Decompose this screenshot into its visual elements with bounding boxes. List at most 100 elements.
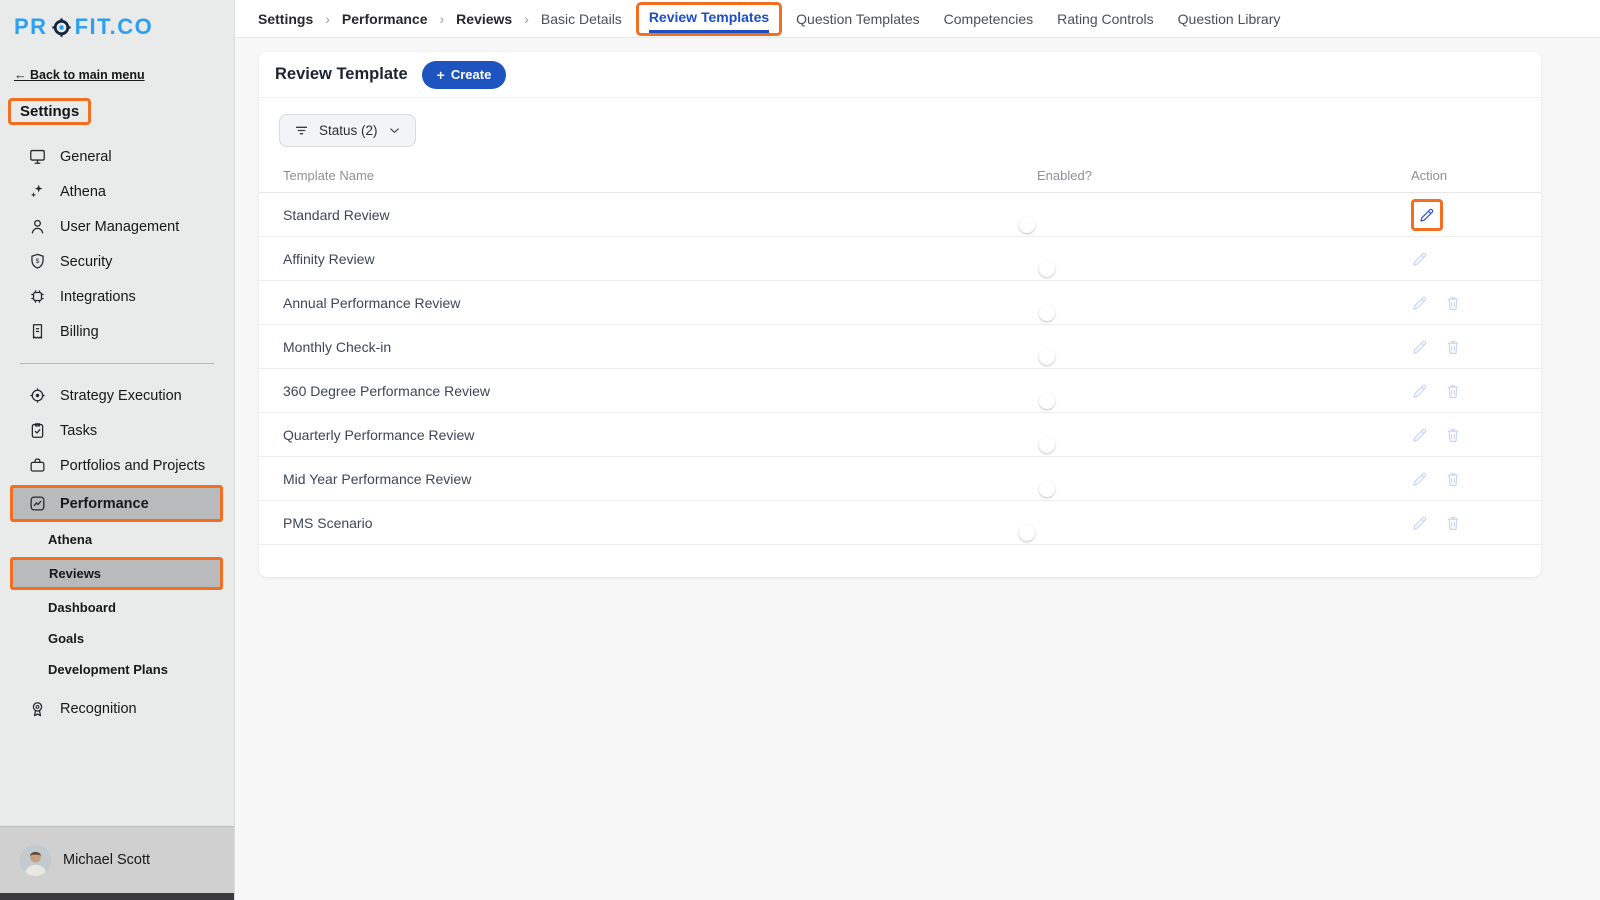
sidebar-item-tasks[interactable]: Tasks (0, 413, 234, 448)
pencil-icon[interactable] (1411, 470, 1429, 488)
card-header: Review Template + Create (259, 52, 1541, 98)
tab-basic-details[interactable]: Basic Details (541, 11, 622, 27)
receipt-icon (28, 322, 47, 341)
sidebar-item-label: Athena (60, 184, 106, 200)
sidebar-item-label: User Management (60, 219, 179, 235)
pencil-icon[interactable] (1411, 382, 1429, 400)
sidebar-item-label: Portfolios and Projects (60, 458, 205, 474)
sidebar-item-label: Security (60, 254, 112, 270)
table-row-360-degree-performance-review: 360 Degree Performance Review (259, 369, 1541, 413)
template-name: Monthly Check-in (283, 339, 1037, 355)
sidebar-item-athena[interactable]: Athena (0, 174, 234, 209)
edit-button-highlighted[interactable] (1411, 199, 1443, 231)
avatar (20, 845, 51, 876)
logo-text-suffix: FIT.CO (75, 14, 154, 40)
sidebar-item-label: Billing (60, 324, 99, 340)
sidebar-subitem-goals[interactable]: Goals (0, 623, 234, 654)
sidebar-item-security[interactable]: Security (0, 244, 234, 279)
column-header-template-name: Template Name (283, 168, 1037, 183)
monitor-icon (28, 147, 47, 166)
topbar: Settings › Performance › Reviews › Basic… (235, 0, 1600, 38)
template-name: Quarterly Performance Review (283, 427, 1037, 443)
sidebar-item-label: Tasks (60, 423, 97, 439)
sidebar-item-general[interactable]: General (0, 139, 234, 174)
sidebar-subitem-development-plans[interactable]: Development Plans (0, 654, 234, 685)
table-row-mid-year-performance-review: Mid Year Performance Review (259, 457, 1541, 501)
target-icon (28, 386, 47, 405)
sidebar-item-portfolios-and-projects[interactable]: Portfolios and Projects (0, 448, 234, 483)
sparkles-icon (28, 182, 47, 201)
brand-logo: PR FIT.CO (0, 0, 234, 40)
chip-icon (28, 287, 47, 306)
medal-icon (28, 699, 47, 718)
tab-rating-controls[interactable]: Rating Controls (1057, 11, 1154, 27)
breadcrumb-performance[interactable]: Performance (342, 11, 428, 27)
toggle-knob (1039, 437, 1055, 453)
table-header-row: Template Name Enabled? Action (259, 159, 1541, 193)
sidebar: PR FIT.CO ← Back to main menu Settings G… (0, 0, 235, 900)
pencil-icon[interactable] (1411, 294, 1429, 312)
sidebar-section-title-settings: Settings (8, 98, 91, 125)
sidebar-subitem-athena[interactable]: Athena (0, 524, 234, 555)
sidebar-divider (20, 363, 214, 364)
user-profile-bar[interactable]: Michael Scott (0, 826, 234, 893)
trash-icon[interactable] (1444, 470, 1462, 488)
breadcrumb-separator: › (440, 11, 445, 27)
trash-icon[interactable] (1444, 294, 1462, 312)
content-area: Review Template + Create Status (2) Temp… (235, 38, 1600, 900)
column-header-action: Action (1397, 168, 1517, 183)
page-title: Review Template (275, 65, 408, 84)
sidebar-item-label: Performance (60, 496, 149, 512)
breadcrumb-settings[interactable]: Settings (258, 11, 313, 27)
template-name: Standard Review (283, 207, 1037, 223)
sidebar-subitem-reviews[interactable]: Reviews (10, 557, 223, 590)
pencil-icon[interactable] (1411, 250, 1429, 268)
sidebar-subitem-dashboard[interactable]: Dashboard (0, 592, 234, 623)
create-button-label: Create (451, 67, 491, 82)
toggle-knob (1039, 481, 1055, 497)
chevron-down-icon (387, 123, 402, 138)
toggle-knob (1039, 305, 1055, 321)
pencil-icon[interactable] (1411, 338, 1429, 356)
toggle-knob (1039, 349, 1055, 365)
toggle-knob (1039, 393, 1055, 409)
pencil-icon[interactable] (1411, 514, 1429, 532)
breadcrumb-reviews[interactable]: Reviews (456, 11, 512, 27)
template-name: Affinity Review (283, 251, 1037, 267)
tab-review-templates-label: Review Templates (649, 9, 769, 33)
trash-icon[interactable] (1444, 426, 1462, 444)
review-settings-tabs: Basic Details Review Templates Question … (541, 2, 1304, 36)
sidebar-item-billing[interactable]: Billing (0, 314, 234, 349)
template-name: PMS Scenario (283, 515, 1037, 531)
sidebar-item-integrations[interactable]: Integrations (0, 279, 234, 314)
clipboard-check-icon (28, 421, 47, 440)
tab-competencies[interactable]: Competencies (944, 11, 1034, 27)
table-row-quarterly-performance-review: Quarterly Performance Review (259, 413, 1541, 457)
table-row-annual-performance-review: Annual Performance Review (259, 281, 1541, 325)
tab-review-templates[interactable]: Review Templates (636, 2, 782, 36)
table-row-standard-review: Standard Review (259, 193, 1541, 237)
sidebar-item-user-management[interactable]: User Management (0, 209, 234, 244)
sidebar-item-strategy-execution[interactable]: Strategy Execution (0, 378, 234, 413)
breadcrumb-separator: › (524, 11, 529, 27)
table-row-pms-scenario: PMS Scenario (259, 501, 1541, 545)
tab-question-templates[interactable]: Question Templates (796, 11, 919, 27)
user-icon (28, 217, 47, 236)
briefcase-icon (28, 456, 47, 475)
sidebar-item-label: Recognition (60, 701, 137, 717)
trash-icon[interactable] (1444, 514, 1462, 532)
create-button[interactable]: + Create (422, 61, 507, 89)
toggle-knob (1019, 217, 1035, 233)
status-filter-label: Status (2) (319, 123, 378, 138)
back-to-main-menu-link[interactable]: ← Back to main menu (14, 68, 234, 82)
trash-icon[interactable] (1444, 338, 1462, 356)
pencil-icon (1418, 206, 1436, 224)
filter-icon (293, 122, 310, 139)
sidebar-item-performance[interactable]: Performance (10, 485, 223, 522)
tab-question-library[interactable]: Question Library (1178, 11, 1281, 27)
table-row-monthly-check-in: Monthly Check-in (259, 325, 1541, 369)
sidebar-item-recognition[interactable]: Recognition (0, 691, 234, 726)
status-filter-dropdown[interactable]: Status (2) (279, 114, 416, 147)
trash-icon[interactable] (1444, 382, 1462, 400)
pencil-icon[interactable] (1411, 426, 1429, 444)
